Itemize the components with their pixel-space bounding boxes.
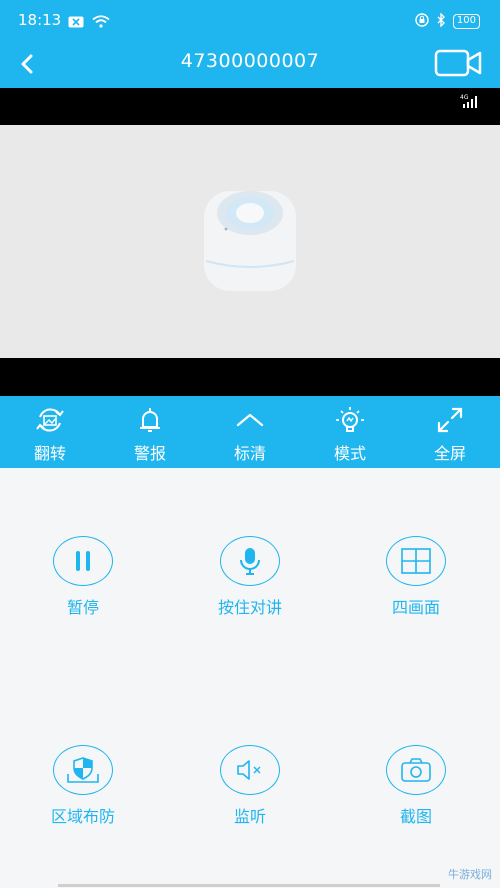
status-right-icons: 100	[415, 12, 480, 31]
fullscreen-icon	[437, 407, 463, 433]
flip-label: 翻转	[33, 444, 66, 463]
speaker-mute-icon	[237, 760, 261, 780]
status-left-icons	[68, 13, 110, 32]
quad-view-circle	[386, 536, 446, 586]
screenshot-circle	[386, 745, 446, 795]
wifi-icon	[92, 13, 110, 32]
zone-defense-button[interactable]: 区域布防	[18, 745, 148, 835]
svg-text:4G: 4G	[460, 94, 469, 101]
lock-icon	[415, 12, 429, 31]
pause-button[interactable]: 暂停	[18, 536, 148, 626]
talk-button[interactable]: 按住对讲	[185, 536, 315, 626]
status-time: 18:13	[18, 11, 62, 29]
bulb-icon	[336, 407, 364, 432]
fullscreen-button[interactable]: 全屏	[400, 396, 500, 468]
status-bar: 18:13 100	[0, 0, 500, 40]
quad-view-label: 四画面	[391, 598, 440, 617]
video-camera-icon	[434, 49, 482, 77]
bluetooth-icon	[436, 12, 446, 31]
screenshot-label: 截图	[399, 807, 432, 826]
listen-button[interactable]: 监听	[185, 745, 315, 835]
quality-button[interactable]: 标清	[200, 396, 300, 468]
grid-icon	[401, 548, 431, 574]
bell-icon	[140, 408, 160, 432]
microphone-icon	[240, 548, 260, 575]
watermark: 牛游戏网	[448, 868, 492, 881]
video-preview[interactable]	[0, 125, 500, 358]
notification-x-icon	[68, 13, 84, 32]
chevron-up-icon	[236, 413, 264, 427]
record-button[interactable]	[434, 47, 484, 79]
quad-view-button[interactable]: 四画面	[351, 536, 481, 626]
action-grid: 暂停 按住对讲 四画面 区域布防 监听 截图	[0, 468, 500, 888]
mode-button[interactable]: 模式	[300, 396, 400, 468]
fullscreen-label: 全屏	[433, 444, 466, 463]
talk-circle	[220, 536, 280, 586]
camera-icon	[401, 758, 431, 782]
talk-label: 按住对讲	[217, 598, 282, 617]
control-bar: 翻转 警报 标清 模式 全屏	[0, 396, 500, 468]
flip-icon	[36, 408, 64, 432]
title-bar: 47300000007	[0, 40, 500, 88]
zone-defense-label: 区域布防	[50, 807, 115, 826]
alarm-label: 警报	[133, 444, 166, 463]
video-area[interactable]: 4G	[0, 88, 500, 396]
quality-label: 标清	[233, 444, 266, 463]
pause-icon	[76, 551, 90, 571]
zone-defense-circle	[53, 745, 113, 795]
listen-label: 监听	[233, 807, 266, 826]
screenshot-button[interactable]: 截图	[351, 745, 481, 835]
battery-icon: 100	[452, 14, 480, 29]
signal-4g-icon: 4G	[460, 93, 482, 113]
mode-label: 模式	[333, 444, 366, 463]
listen-circle	[220, 745, 280, 795]
page-title: 47300000007	[180, 50, 320, 72]
shield-icon	[67, 757, 99, 783]
alarm-button[interactable]: 警报	[100, 396, 200, 468]
flip-button[interactable]: 翻转	[0, 396, 100, 468]
pause-circle	[53, 536, 113, 586]
bottom-divider	[58, 884, 440, 887]
pause-label: 暂停	[66, 598, 99, 617]
camera-placeholder-icon	[204, 191, 296, 291]
